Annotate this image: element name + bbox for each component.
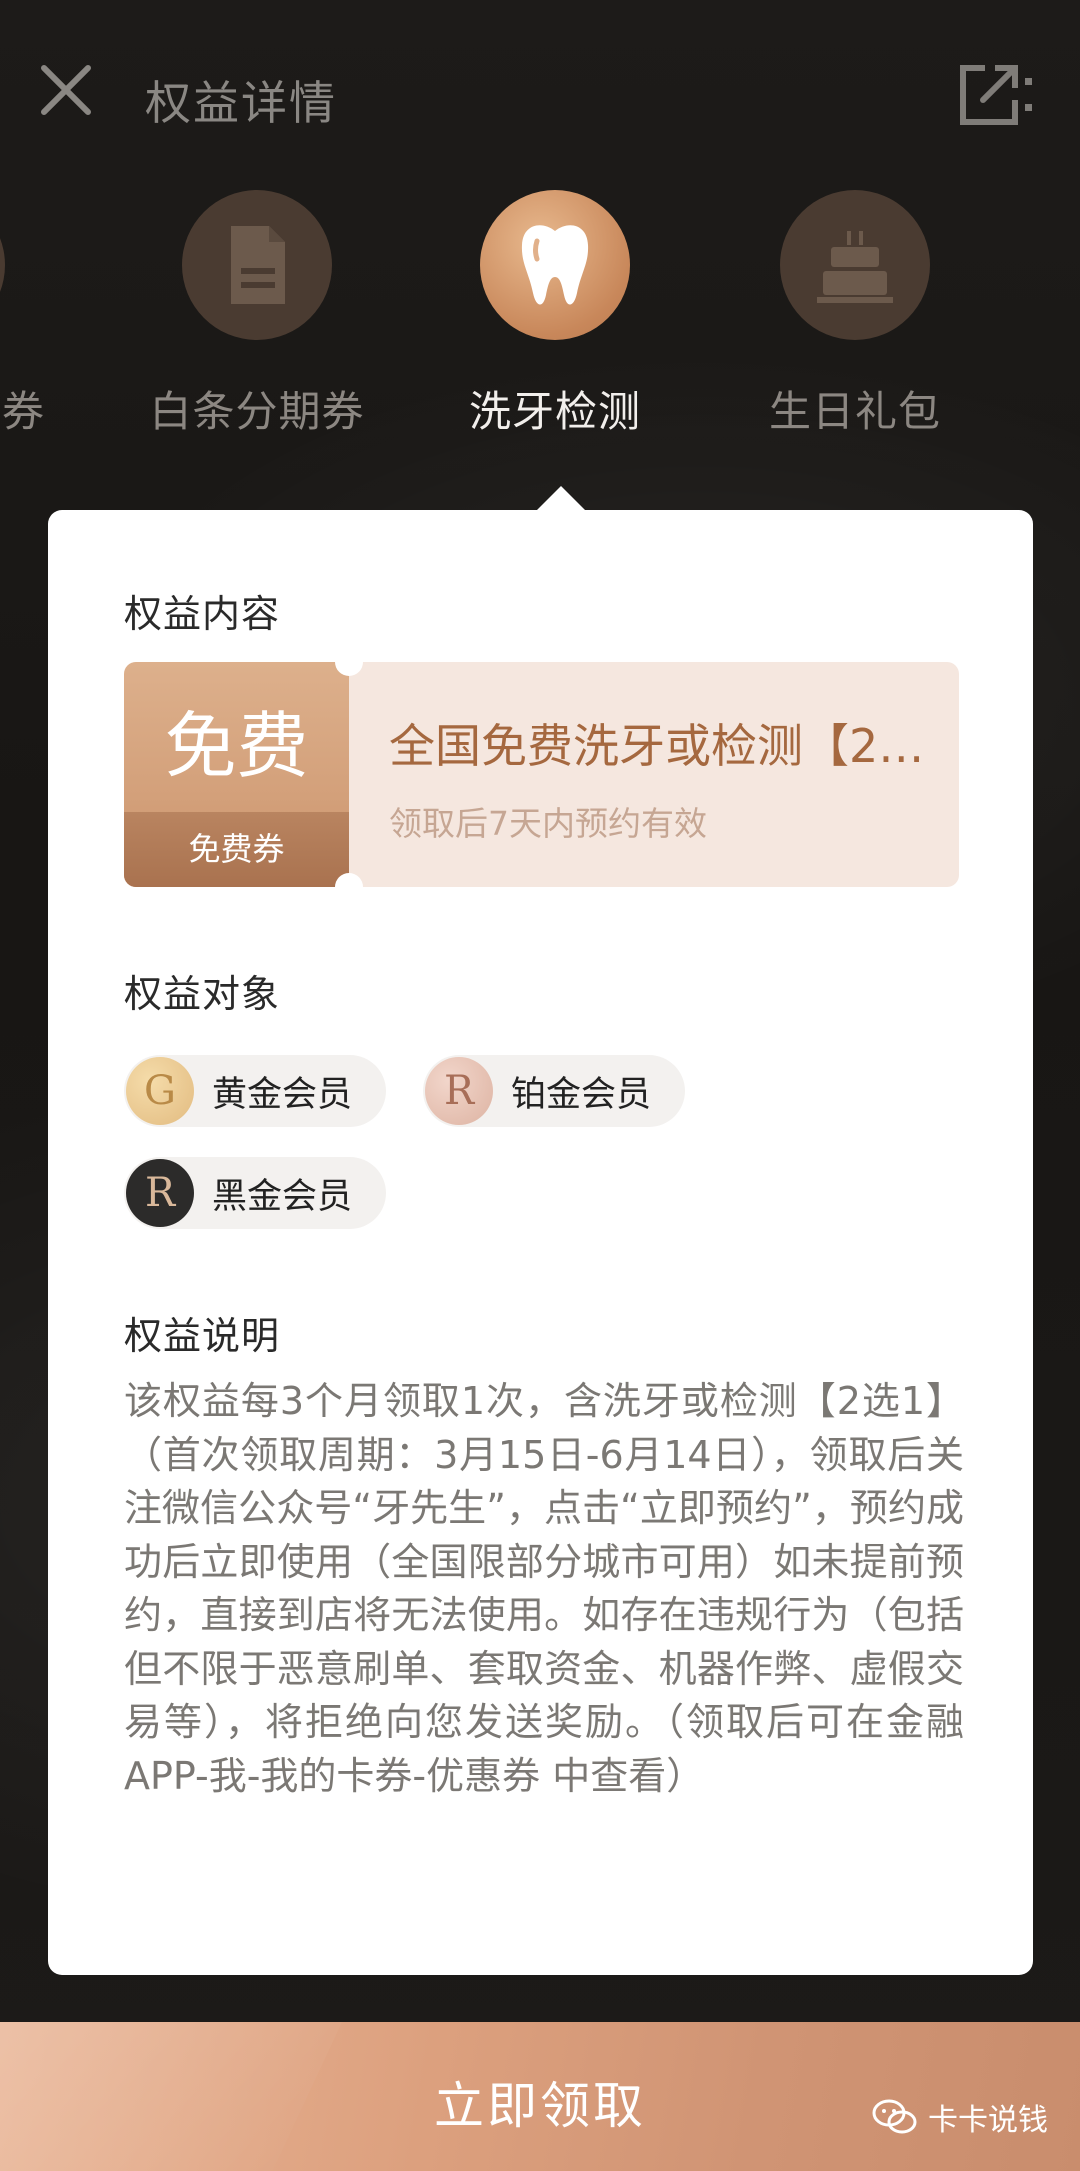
benefit-label: 生日礼包	[768, 387, 941, 436]
member-chip-black: R 黑金会员	[124, 1157, 387, 1229]
benefit-icon-circle	[480, 190, 630, 340]
section-title-content: 权益内容	[124, 592, 281, 636]
benefit-item-verify[interactable]: 验券	[0, 190, 45, 439]
benefit-description: 该权益每3个月领取1次，含洗牙或检测【2选1】（首次领取周期：3月15日-6月1…	[124, 1379, 964, 1798]
section-title-targets: 权益对象	[124, 972, 281, 1016]
member-name: 黄金会员	[212, 1074, 353, 1115]
benefit-label: 洗牙检测	[468, 387, 641, 436]
selection-pointer	[535, 486, 587, 512]
close-button[interactable]	[36, 60, 96, 120]
coupon-card[interactable]: 免费 免费券 全国免费洗牙或检测【2选1】 领取后7天内预约有效	[124, 662, 959, 887]
document-icon	[231, 226, 285, 304]
close-icon	[41, 65, 91, 115]
benefit-icon-circle	[0, 190, 5, 340]
coupon-badge-type: 免费券	[124, 812, 349, 887]
platinum-member-icon: R	[425, 1057, 493, 1125]
coupon-badge-value: 免费	[164, 704, 309, 788]
watermark-text: 卡卡说钱	[928, 2103, 1048, 2138]
benefit-detail-card: 权益内容 免费 免费券 全国免费洗牙或检测【2选1】 领取后7天内预约有效 权益…	[48, 510, 1033, 1975]
section-title-description: 权益说明	[124, 1314, 281, 1358]
top-bar: 权益详情	[0, 0, 1080, 190]
member-name: 黑金会员	[212, 1176, 353, 1217]
black-member-icon: R	[126, 1159, 194, 1227]
benefit-icon-circle	[182, 190, 332, 340]
coupon-validity: 领取后7天内预约有效	[389, 804, 707, 843]
cake-icon	[817, 231, 893, 303]
tooth-icon	[521, 225, 589, 305]
wechat-icon	[872, 2099, 917, 2134]
share-icon	[960, 65, 1032, 125]
benefit-label: 白条分期券	[149, 387, 365, 436]
watermark: 卡卡说钱	[872, 2095, 1048, 2139]
benefit-label: 验券	[0, 387, 45, 436]
member-name: 铂金会员	[511, 1074, 652, 1115]
coupon-badge: 免费 免费券	[124, 662, 349, 887]
coupon-title: 全国免费洗牙或检测【2选1】	[389, 719, 934, 773]
benefit-icon-circle	[780, 190, 930, 340]
benefit-item-baitiao[interactable]: 白条分期券	[142, 190, 372, 439]
benefit-item-next[interactable]	[1048, 190, 1080, 340]
benefit-item-dental[interactable]: 洗牙检测	[440, 190, 670, 439]
benefit-detail-screen: 权益详情 验券	[0, 0, 1080, 2171]
page-title: 权益详情	[145, 76, 337, 130]
gold-member-icon: G	[126, 1057, 194, 1125]
member-chip-gold: G 黄金会员	[124, 1055, 387, 1127]
benefit-item-birthday[interactable]: 生日礼包	[740, 190, 970, 439]
member-chip-platinum: R 铂金会员	[423, 1055, 686, 1127]
benefit-carousel: 验券 白条分期券 洗牙检测	[0, 190, 1080, 450]
share-button[interactable]	[955, 60, 1035, 130]
